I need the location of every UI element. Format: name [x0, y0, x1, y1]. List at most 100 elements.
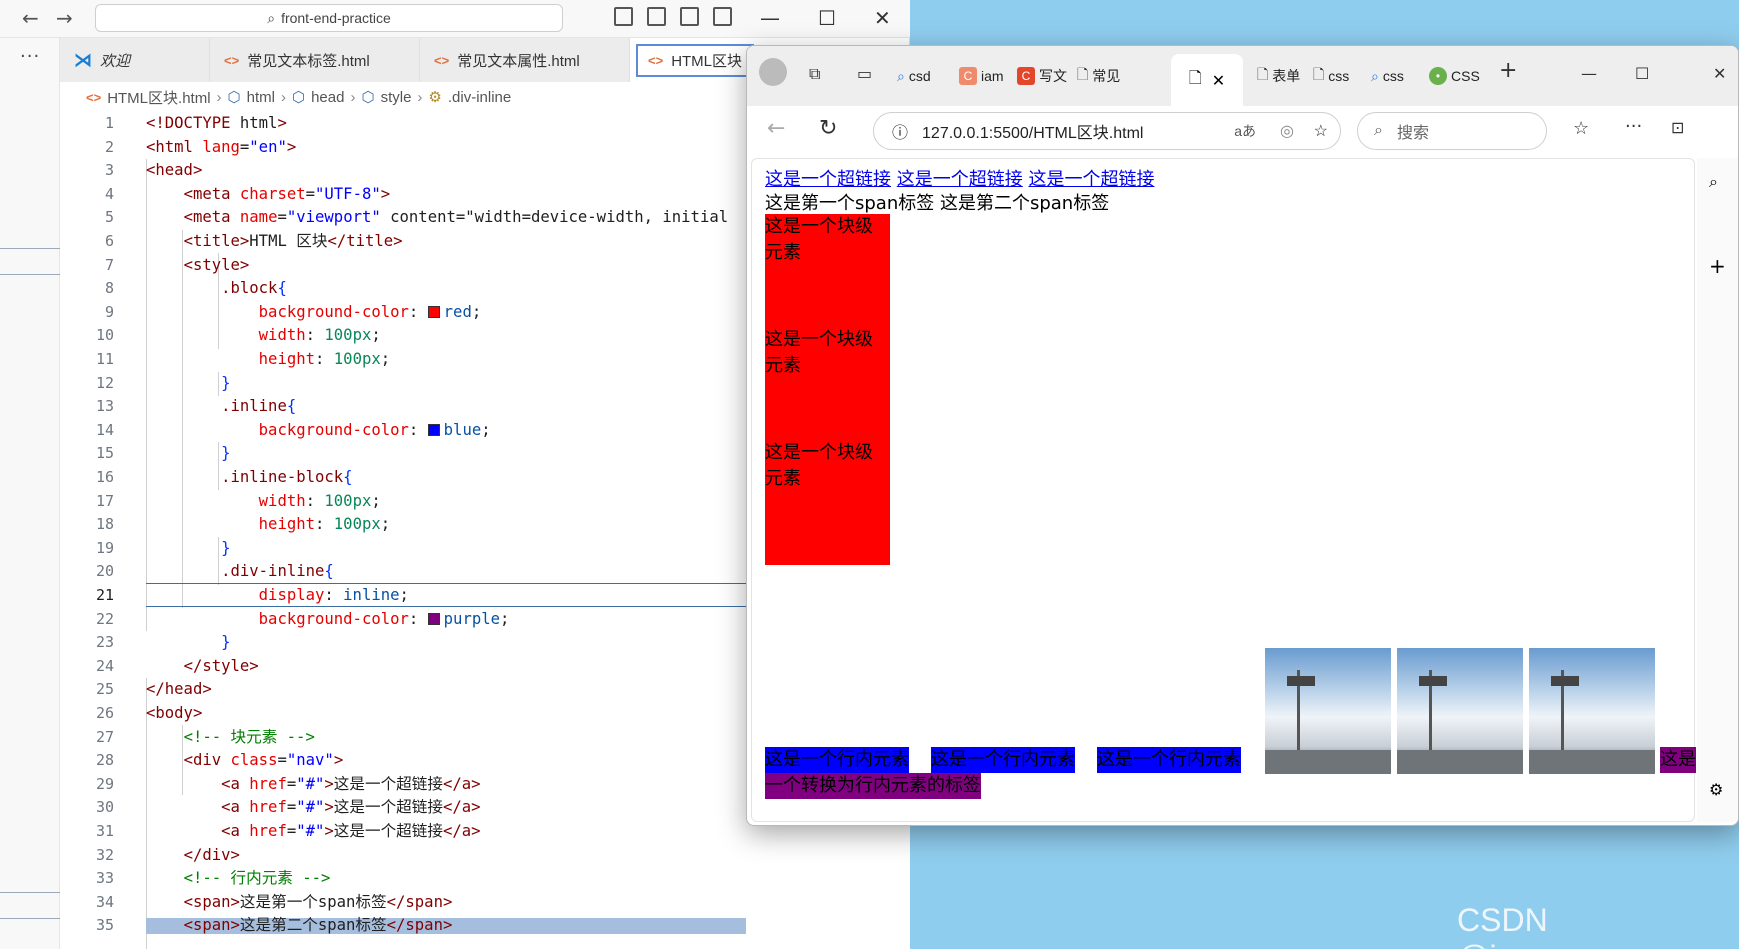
title-bar: ← → ⌕ front-end-practice — ☐ ✕: [0, 0, 910, 38]
search-placeholder: 搜索: [1396, 125, 1429, 142]
search-icon: ⌕: [1371, 67, 1379, 84]
sidebar-toggle-icon[interactable]: ⊡: [1671, 118, 1684, 137]
extension-icon[interactable]: ◎: [1280, 121, 1294, 141]
inline-element: 这是一个行内元素: [765, 747, 909, 773]
more-actions-icon[interactable]: ···: [20, 46, 40, 67]
breadcrumb-head[interactable]: head: [311, 89, 344, 106]
line-number: 20: [95, 562, 114, 581]
vscode-logo-icon: ⋊: [74, 49, 92, 70]
search-icon: ⌕: [1374, 122, 1383, 139]
tab-title: csd: [908, 68, 931, 84]
read-aloud-icon[interactable]: aあ: [1234, 121, 1256, 141]
panel-divider: [0, 918, 60, 919]
close-icon[interactable]: ✕: [874, 4, 891, 32]
gear-icon[interactable]: ⚙: [1709, 780, 1723, 799]
refresh-icon[interactable]: ↻: [819, 116, 837, 141]
tab-title: iam: [981, 68, 1004, 84]
close-icon[interactable]: ✕: [1713, 64, 1726, 83]
line-number: 19: [95, 538, 114, 557]
browser-tab[interactable]: ⌕ csd: [897, 60, 931, 92]
code-text: <!DOCTYPE html>: [146, 114, 287, 132]
browser-tab[interactable]: 🗋 常见: [1077, 60, 1120, 92]
activity-bar: ···: [0, 38, 60, 949]
code-text: <span>这是第一个span标签</span>: [183, 892, 453, 911]
element-cube-icon: ⬡: [227, 89, 241, 106]
toggle-sidebar-icon[interactable]: [614, 7, 633, 26]
tab-text-attrs[interactable]: <> 常见文本属性.html: [420, 38, 630, 82]
breadcrumb-file[interactable]: HTML区块.html: [107, 87, 210, 108]
line-number: 7: [104, 255, 114, 274]
browser-search-box[interactable]: ⌕ 搜索: [1357, 112, 1547, 150]
new-tab-icon[interactable]: +: [1499, 58, 1517, 83]
line-number: 27: [95, 727, 114, 746]
browser-tab-active[interactable]: 🗋 ✕: [1171, 54, 1243, 106]
browser-tab[interactable]: • CSS: [1429, 60, 1480, 92]
browser-tab[interactable]: ⌕ css: [1371, 60, 1404, 92]
tab-label: 欢迎: [100, 52, 131, 70]
code-line[interactable]: 35 <span>这是第二个span标签</span>: [60, 914, 910, 938]
line-number: 24: [95, 656, 114, 675]
line-number: 9: [104, 302, 114, 321]
address-bar[interactable]: ⓘ 127.0.0.1:5500/HTML区块.html aあ ◎ ☆: [873, 112, 1341, 150]
csdn-favicon-icon: C: [1017, 67, 1035, 85]
tab-title: 表单: [1272, 68, 1301, 84]
code-text: <meta name="viewport" content="width=dev…: [183, 208, 729, 227]
profile-avatar-icon[interactable]: [759, 58, 787, 86]
html-file-icon: <>: [434, 52, 450, 68]
breadcrumb-selector[interactable]: .div-inline: [448, 89, 511, 106]
customize-layout-icon[interactable]: [713, 7, 732, 26]
code-line[interactable]: 32 </div>: [60, 844, 910, 868]
site-favicon-icon: •: [1429, 67, 1447, 85]
favorites-icon[interactable]: ☆: [1573, 118, 1589, 139]
code-line[interactable]: 34 <span>这是第一个span标签</span>: [60, 891, 910, 915]
code-text: <style>: [183, 255, 250, 274]
minimize-icon[interactable]: —: [1581, 64, 1597, 83]
tab-text-tags[interactable]: <> 常见文本标签.html: [210, 38, 420, 82]
forward-arrow-icon[interactable]: →: [56, 6, 73, 30]
toggle-panel-icon[interactable]: [647, 7, 666, 26]
tab-label: 常见文本属性.html: [457, 52, 580, 70]
browser-window: ⧉ ▭ ⌕ csd Ciam C 写文 🗋 常见 🗋 ✕ 🗋 表单 🗋 css ⌕ css …: [746, 45, 1739, 826]
line-number: 21: [95, 586, 114, 604]
back-arrow-icon[interactable]: ←: [767, 116, 785, 141]
maximize-icon[interactable]: ☐: [818, 4, 836, 32]
panel-divider: [0, 248, 60, 249]
csdn-favicon-icon: C: [959, 67, 977, 85]
block-text: 这是一个块级元素: [765, 329, 873, 376]
minimize-icon[interactable]: —: [760, 4, 780, 32]
back-arrow-icon[interactable]: ←: [22, 6, 39, 30]
more-options-icon[interactable]: ···: [1625, 116, 1642, 137]
line-number: 22: [95, 609, 114, 628]
search-icon[interactable]: ⌕: [1709, 172, 1718, 192]
browser-tab[interactable]: 🗋 表单: [1257, 60, 1300, 92]
block-element: 这是一个块级元素: [765, 327, 890, 452]
line-number: 8: [104, 279, 114, 298]
hyperlink[interactable]: 这是一个超链接: [1028, 169, 1154, 190]
browser-tab[interactable]: C 写文: [1017, 60, 1067, 92]
close-tab-icon[interactable]: ✕: [1212, 71, 1225, 90]
browser-tab[interactable]: 🗋 css: [1313, 60, 1349, 92]
toggle-secondary-sidebar-icon[interactable]: [680, 7, 699, 26]
code-text: </div>: [183, 845, 240, 864]
converted-inline-element: 一个转换为行内元素的标签: [765, 773, 981, 799]
tab-welcome[interactable]: ⋊ 欢迎: [60, 38, 210, 82]
hyperlink[interactable]: 这是一个超链接: [765, 169, 891, 190]
code-text: <title>HTML 区块</title>: [183, 232, 403, 250]
breadcrumb-style[interactable]: style: [381, 89, 412, 106]
css-selector-icon: ⚙: [428, 89, 442, 106]
browser-tab[interactable]: Ciam: [959, 60, 1004, 92]
line-number: 35: [95, 916, 114, 935]
line-number: 17: [95, 491, 114, 510]
workspaces-icon[interactable]: ⧉: [809, 64, 820, 84]
line-number: 12: [95, 373, 114, 392]
command-center-search[interactable]: ⌕ front-end-practice: [95, 4, 563, 32]
maximize-icon[interactable]: ☐: [1635, 64, 1649, 83]
tab-actions-icon[interactable]: ▭: [857, 64, 872, 83]
code-text: <a href="#">这是一个超链接</a>: [221, 798, 481, 817]
code-line[interactable]: 33 <!-- 行内元素 -->: [60, 867, 910, 891]
add-icon[interactable]: +: [1709, 254, 1726, 278]
breadcrumb-html[interactable]: html: [247, 89, 275, 106]
favorite-star-icon[interactable]: ☆: [1314, 121, 1328, 141]
hyperlink[interactable]: 这是一个超链接: [897, 169, 1023, 190]
html-file-icon: <>: [648, 52, 664, 68]
